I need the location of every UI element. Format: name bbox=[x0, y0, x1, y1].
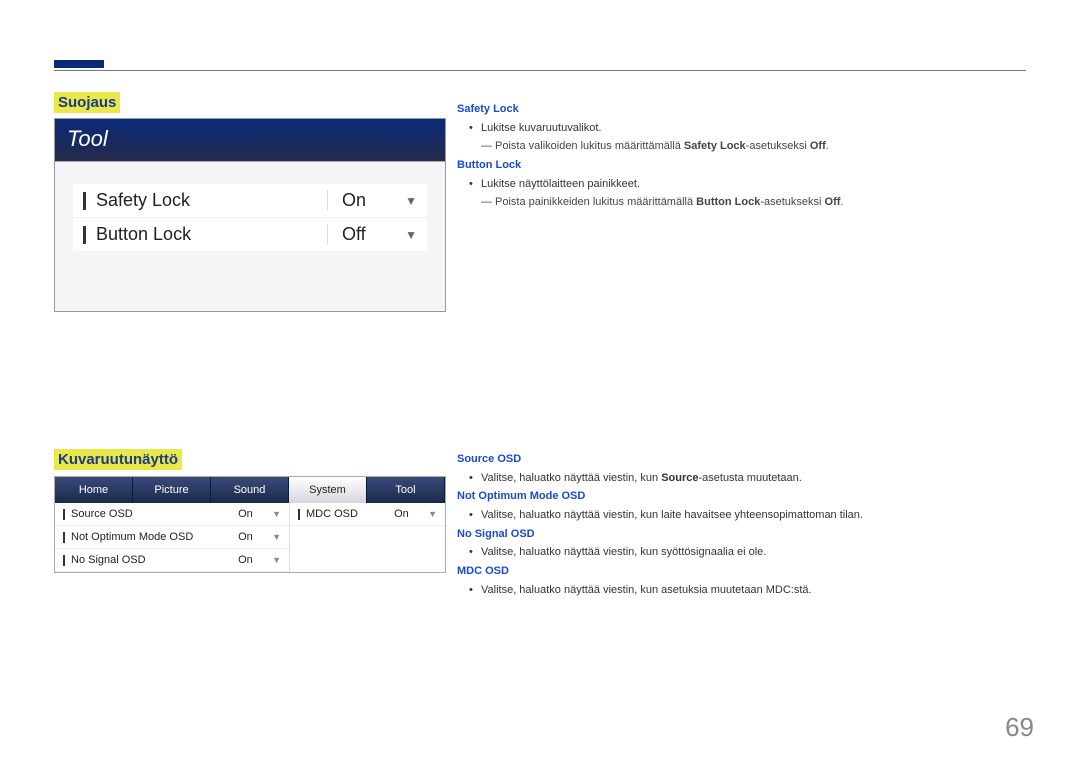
section-title-suojaus: Suojaus bbox=[54, 92, 120, 113]
section-title-kuvaruutu: Kuvaruutunäyttö bbox=[54, 449, 182, 470]
note-text: ―Poista valikoiden lukitus määrittämällä… bbox=[457, 137, 1017, 156]
chevron-down-icon: ▼ bbox=[272, 509, 281, 519]
note-bold: Button Lock bbox=[696, 196, 760, 208]
chevron-down-icon: ▼ bbox=[272, 532, 281, 542]
head-safety-lock: Safety Lock bbox=[457, 100, 1017, 119]
osd-label: Not Optimum Mode OSD bbox=[71, 531, 238, 543]
tool-dropdown-safety-lock[interactable]: On ▼ bbox=[327, 190, 417, 211]
dash-icon: ― bbox=[481, 193, 495, 212]
osd-row-source[interactable]: Source OSD On ▼ bbox=[55, 503, 289, 526]
osd-value: On bbox=[238, 554, 272, 566]
head-not-optimum: Not Optimum Mode OSD bbox=[457, 487, 1017, 506]
tool-label: Button Lock bbox=[96, 224, 327, 245]
tool-value: Off bbox=[342, 224, 405, 245]
bullet-icon bbox=[298, 509, 300, 520]
osd-row-no-signal[interactable]: No Signal OSD On ▼ bbox=[55, 549, 289, 572]
chevron-down-icon: ▼ bbox=[428, 509, 437, 519]
osd-label: MDC OSD bbox=[306, 508, 394, 520]
note-mid: -asetukseksi bbox=[760, 196, 824, 208]
bullet-icon bbox=[63, 509, 65, 520]
head-no-signal: No Signal OSD bbox=[457, 525, 1017, 544]
tool-panel-header: Tool bbox=[55, 119, 445, 162]
head-source-osd: Source OSD bbox=[457, 450, 1017, 469]
description-block-kuvaruutu: Source OSD Valitse, haluatko näyttää vie… bbox=[457, 450, 1017, 600]
note-text: ―Poista painikkeiden lukitus määrittämäl… bbox=[457, 193, 1017, 212]
head-mdc-osd: MDC OSD bbox=[457, 562, 1017, 581]
chevron-down-icon: ▼ bbox=[405, 194, 417, 208]
dash-icon: ― bbox=[481, 137, 495, 156]
note-pre: Poista valikoiden lukitus määrittämällä bbox=[495, 140, 684, 152]
bullet-text: Lukitse kuvaruutuvalikot. bbox=[457, 119, 1017, 138]
bullet-text: Valitse, haluatko näyttää viestin, kun l… bbox=[457, 506, 1017, 525]
note-pre: Poista painikkeiden lukitus määrittämäll… bbox=[495, 196, 696, 208]
bullet-icon bbox=[63, 532, 65, 543]
osd-label: No Signal OSD bbox=[71, 554, 238, 566]
osd-value: On bbox=[238, 508, 272, 520]
tool-panel: Tool Safety Lock On ▼ Button Lock Off ▼ bbox=[54, 118, 446, 312]
osd-label: Source OSD bbox=[71, 508, 238, 520]
osd-value: On bbox=[394, 508, 428, 520]
osd-row-not-optimum[interactable]: Not Optimum Mode OSD On ▼ bbox=[55, 526, 289, 549]
tool-label: Safety Lock bbox=[96, 190, 327, 211]
osd-row-mdc[interactable]: MDC OSD On ▼ bbox=[290, 503, 445, 526]
osd-value: On bbox=[238, 531, 272, 543]
header-accent-bar bbox=[54, 60, 104, 68]
bullet-text: Valitse, haluatko näyttää viestin, kun a… bbox=[457, 581, 1017, 600]
note-bold: Off bbox=[810, 140, 826, 152]
tab-tool[interactable]: Tool bbox=[367, 477, 445, 503]
tool-row-safety-lock[interactable]: Safety Lock On ▼ bbox=[73, 184, 427, 218]
text-pre: Valitse, haluatko näyttää viestin, kun bbox=[481, 472, 661, 484]
note-mid: -asetukseksi bbox=[746, 140, 810, 152]
bullet-text: Valitse, haluatko näyttää viestin, kun s… bbox=[457, 543, 1017, 562]
tool-dropdown-button-lock[interactable]: Off ▼ bbox=[327, 224, 417, 245]
head-button-lock: Button Lock bbox=[457, 156, 1017, 175]
text-bold: Source bbox=[661, 472, 698, 484]
tool-value: On bbox=[342, 190, 405, 211]
osd-panel: Home Picture Sound System Tool Source OS… bbox=[54, 476, 446, 573]
text-post: -asetusta muutetaan. bbox=[698, 472, 801, 484]
tab-sound[interactable]: Sound bbox=[211, 477, 289, 503]
note-bold: Off bbox=[825, 196, 841, 208]
bullet-icon bbox=[83, 192, 86, 210]
tab-home[interactable]: Home bbox=[55, 477, 133, 503]
tab-system[interactable]: System bbox=[289, 477, 367, 503]
tool-row-button-lock[interactable]: Button Lock Off ▼ bbox=[73, 218, 427, 251]
note-bold: Safety Lock bbox=[684, 140, 746, 152]
osd-body: Source OSD On ▼ Not Optimum Mode OSD On … bbox=[55, 503, 445, 572]
osd-left-column: Source OSD On ▼ Not Optimum Mode OSD On … bbox=[55, 503, 289, 572]
chevron-down-icon: ▼ bbox=[405, 228, 417, 242]
note-end: . bbox=[840, 196, 843, 208]
osd-right-column: MDC OSD On ▼ bbox=[289, 503, 445, 572]
tab-picture[interactable]: Picture bbox=[133, 477, 211, 503]
bullet-text: Valitse, haluatko näyttää viestin, kun S… bbox=[457, 469, 1017, 488]
note-end: . bbox=[826, 140, 829, 152]
description-block-suojaus: Safety Lock Lukitse kuvaruutuvalikot. ―P… bbox=[457, 100, 1017, 212]
chevron-down-icon: ▼ bbox=[272, 555, 281, 565]
page-number: 69 bbox=[1005, 712, 1034, 743]
bullet-icon bbox=[63, 555, 65, 566]
bullet-icon bbox=[83, 226, 86, 244]
osd-tabs: Home Picture Sound System Tool bbox=[55, 477, 445, 503]
tool-panel-body: Safety Lock On ▼ Button Lock Off ▼ bbox=[55, 162, 445, 311]
bullet-text: Lukitse näyttölaitteen painikkeet. bbox=[457, 175, 1017, 194]
header-rule bbox=[54, 70, 1026, 71]
